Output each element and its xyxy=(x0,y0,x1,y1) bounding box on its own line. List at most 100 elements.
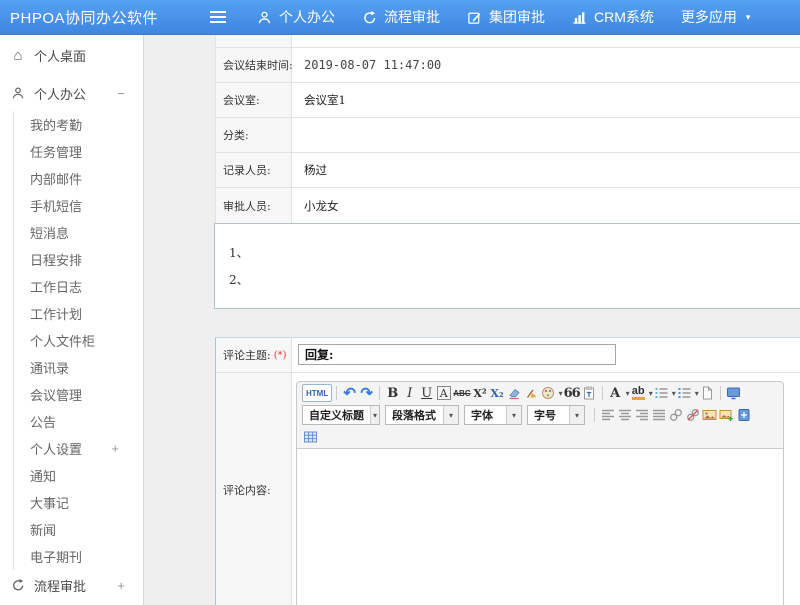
workflow-icon xyxy=(10,577,26,593)
required-mark: (*) xyxy=(274,350,287,361)
sidebar-item-my-attendance[interactable]: 我的考勤 xyxy=(14,111,143,138)
sidebar-item-major-events[interactable]: 大事记 xyxy=(14,489,143,516)
editor-toolbar-row-1: HTML ↶ ↷ B I U A ABC X² X₂ xyxy=(297,382,783,404)
comment-subject-input[interactable] xyxy=(298,344,616,365)
comment-content-row: 评论内容: HTML ↶ ↷ B I U A ABC X² X₂ xyxy=(216,373,800,605)
comment-subject-row: 评论主题: (*) xyxy=(216,338,800,373)
align-left-icon[interactable] xyxy=(599,406,616,424)
meeting-room-label: 会议室: xyxy=(216,83,292,117)
collapse-icon[interactable]: − xyxy=(117,86,131,101)
font-style-box-button[interactable]: A xyxy=(437,386,451,400)
rich-text-editor: HTML ↶ ↷ B I U A ABC X² X₂ xyxy=(296,381,784,605)
sidebar-item-e-journal[interactable]: 电子期刊 xyxy=(14,543,143,570)
table-row-meeting-room: 会议室: 会议室1 xyxy=(216,83,800,118)
meeting-minutes-box: 1、 2、 xyxy=(214,223,800,309)
link-icon[interactable] xyxy=(667,406,684,424)
meeting-room-value: 会议室1 xyxy=(292,83,800,117)
table-row-approver: 审批人员: 小龙女 xyxy=(216,188,800,223)
expand-icon[interactable]: + xyxy=(117,578,131,593)
align-center-icon[interactable] xyxy=(616,406,633,424)
sidebar-item-personal-files[interactable]: 个人文件柜 xyxy=(14,327,143,354)
align-right-icon[interactable] xyxy=(633,406,650,424)
upload-image-icon[interactable] xyxy=(718,406,735,424)
menu-crm-system[interactable]: CRM系统 xyxy=(572,7,654,27)
sidebar-item-personal-desktop[interactable]: ⌂ 个人桌面 xyxy=(0,35,143,75)
eraser-icon[interactable] xyxy=(506,384,523,402)
expand-icon[interactable]: + xyxy=(111,441,143,456)
caret-down-icon[interactable]: ▾ xyxy=(559,389,563,398)
redo-icon[interactable]: ↷ xyxy=(358,384,375,402)
sidebar-item-internal-mail[interactable]: 内部邮件 xyxy=(14,165,143,192)
sidebar-group-workflow-approval[interactable]: 流程审批 + xyxy=(0,570,143,600)
italic-button[interactable]: I xyxy=(401,384,418,402)
ordered-list-icon[interactable] xyxy=(653,384,670,402)
person-icon xyxy=(10,85,26,101)
minutes-line: 2、 xyxy=(229,267,800,294)
top-menu: 个人办公 流程审批 集团审批 CRM系统 更多应用 ▾ xyxy=(257,7,777,27)
html-source-button[interactable]: HTML xyxy=(302,384,332,402)
highlight-color-icon[interactable]: ab xyxy=(632,386,645,400)
sidebar-item-work-plan[interactable]: 工作计划 xyxy=(14,300,143,327)
superscript-button[interactable]: X² xyxy=(472,384,489,402)
person-icon xyxy=(257,10,272,25)
sidebar-item-task-management[interactable]: 任务管理 xyxy=(14,138,143,165)
custom-heading-select[interactable]: 自定义标题 ▾ xyxy=(302,405,380,425)
menu-personal-office[interactable]: 个人办公 xyxy=(257,7,335,27)
menu-label: 流程审批 xyxy=(384,7,440,27)
undo-icon[interactable]: ↶ xyxy=(341,384,358,402)
underline-button[interactable]: U xyxy=(418,384,435,402)
edit-icon xyxy=(467,10,482,25)
subscript-button[interactable]: X₂ xyxy=(489,384,506,402)
font-color-icon[interactable]: A xyxy=(607,384,624,402)
sidebar-item-mobile-sms[interactable]: 手机短信 xyxy=(14,192,143,219)
hamburger-bars xyxy=(210,16,226,18)
caret-down-icon: ▾ xyxy=(569,406,584,424)
comment-content-editarea[interactable] xyxy=(297,448,783,605)
caret-down-icon: ▾ xyxy=(506,406,521,424)
sidebar-item-meeting-management[interactable]: 会议管理 xyxy=(14,381,143,408)
menu-group-approval[interactable]: 集团审批 xyxy=(467,7,545,27)
paragraph-format-select[interactable]: 段落格式 ▾ xyxy=(385,405,459,425)
meeting-detail-table: 会议结束时间: 2019-08-07 11:47:00 会议室: 会议室1 分类… xyxy=(215,35,800,223)
workflow-icon xyxy=(362,10,377,25)
caret-down-icon: ▾ xyxy=(370,406,379,424)
unordered-list-icon[interactable] xyxy=(676,384,693,402)
sidebar-item-news[interactable]: 新闻 xyxy=(14,516,143,543)
font-size-select[interactable]: 字号 ▾ xyxy=(527,405,585,425)
sidebar-item-personal-settings[interactable]: 个人设置+ xyxy=(14,435,143,462)
insert-media-icon[interactable] xyxy=(735,406,752,424)
sidebar-item-notice[interactable]: 通知 xyxy=(14,462,143,489)
comment-content-value-cell: HTML ↶ ↷ B I U A ABC X² X₂ xyxy=(292,373,800,605)
bold-button[interactable]: B xyxy=(384,384,401,402)
unlink-icon[interactable] xyxy=(684,406,701,424)
menu-more-apps[interactable]: 更多应用 ▾ xyxy=(681,7,751,27)
insert-image-icon[interactable] xyxy=(701,406,718,424)
approver-label: 审批人员: xyxy=(216,188,292,223)
sidebar-item-work-log[interactable]: 工作日志 xyxy=(14,273,143,300)
menu-label: 更多应用 xyxy=(681,7,737,27)
sidebar-group-personal-office[interactable]: 个人办公 − xyxy=(0,75,143,111)
approver-value: 小龙女 xyxy=(292,188,800,223)
sidebar-item-short-message[interactable]: 短消息 xyxy=(14,219,143,246)
palette-icon[interactable] xyxy=(540,384,557,402)
align-justify-icon[interactable] xyxy=(650,406,667,424)
blockquote-button[interactable]: 66 xyxy=(563,384,581,402)
insert-table-icon[interactable] xyxy=(302,428,319,446)
strikethrough-button[interactable]: ABC xyxy=(452,384,471,402)
end-time-label: 会议结束时间: xyxy=(216,48,292,82)
table-row-category: 分类: xyxy=(216,118,800,153)
font-family-select[interactable]: 字体 ▾ xyxy=(464,405,522,425)
recorder-label: 记录人员: xyxy=(216,153,292,187)
sidebar-item-announcement[interactable]: 公告 xyxy=(14,408,143,435)
fullscreen-icon[interactable] xyxy=(725,384,742,402)
hamburger-menu-icon[interactable] xyxy=(207,6,229,28)
menu-workflow-approval[interactable]: 流程审批 xyxy=(362,7,440,27)
new-page-icon[interactable] xyxy=(699,384,716,402)
table-row-partial xyxy=(216,35,800,48)
editor-toolbar-row-2: 自定义标题 ▾ 段落格式 ▾ 字体 ▾ 字号 ▾ xyxy=(297,404,783,426)
sidebar-item-address-book[interactable]: 通讯录 xyxy=(14,354,143,381)
sidebar-item-schedule[interactable]: 日程安排 xyxy=(14,246,143,273)
paste-icon[interactable] xyxy=(581,384,598,402)
caret-down-icon: ▾ xyxy=(746,12,751,23)
format-brush-icon[interactable] xyxy=(523,384,540,402)
